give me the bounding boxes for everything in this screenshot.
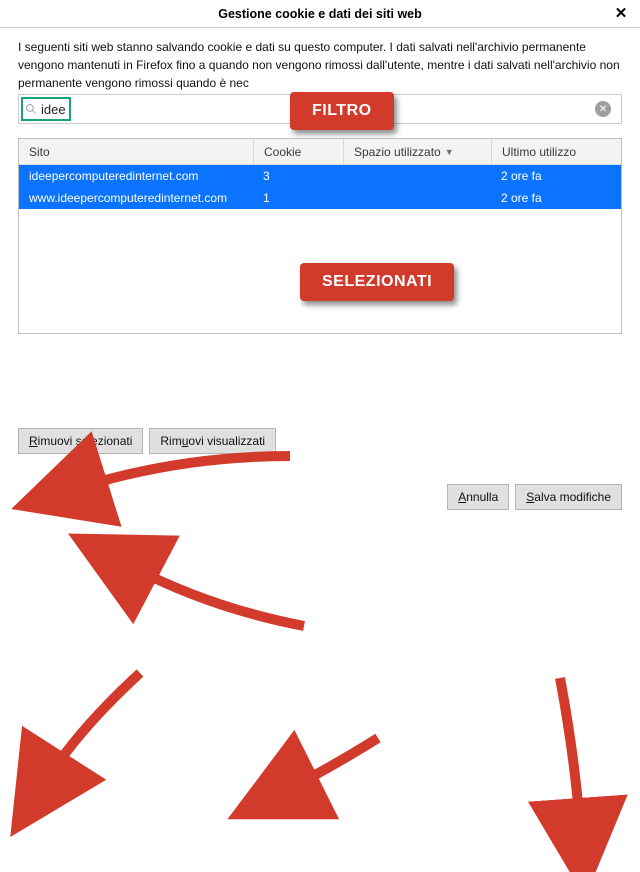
save-button[interactable]: Salva modifiche [515, 484, 622, 510]
cell-last: 2 ore fa [491, 169, 621, 183]
window-title: Gestione cookie e dati dei siti web [218, 7, 422, 21]
table-row[interactable]: www.ideepercomputeredinternet.com 1 2 or… [19, 187, 621, 209]
col-header-space[interactable]: Spazio utilizzato ▼ [343, 139, 491, 164]
close-icon[interactable]: ✕ [610, 3, 632, 25]
annotation-arrows [0, 348, 640, 872]
cell-last: 2 ore fa [491, 191, 621, 205]
remove-shown-button[interactable]: Rimuovi visualizzati [149, 428, 276, 454]
col-header-site[interactable]: Sito [19, 139, 253, 164]
table-header: Sito Cookie Spazio utilizzato ▼ Ultimo u… [19, 139, 621, 165]
remove-selected-button[interactable]: Rimuovi selezionati [18, 428, 143, 454]
table-row[interactable]: ideepercomputeredinternet.com 3 2 ore fa [19, 165, 621, 187]
intro-text: I seguenti siti web stanno salvando cook… [18, 38, 622, 92]
cancel-button[interactable]: Annulla [447, 484, 509, 510]
cell-site: ideepercomputeredinternet.com [19, 169, 253, 183]
cookie-table: Sito Cookie Spazio utilizzato ▼ Ultimo u… [18, 138, 622, 334]
clear-search-icon[interactable]: ✕ [595, 101, 611, 117]
cell-cookie: 1 [253, 191, 343, 205]
col-header-last[interactable]: Ultimo utilizzo [491, 139, 621, 164]
callout-filter: FILTRO [290, 92, 394, 130]
search-icon [25, 103, 37, 115]
table-body: ideepercomputeredinternet.com 3 2 ore fa… [19, 165, 621, 333]
right-button-group: Annulla Salva modifiche [447, 484, 622, 510]
title-bar: Gestione cookie e dati dei siti web ✕ [0, 0, 640, 28]
col-header-cookie[interactable]: Cookie [253, 139, 343, 164]
sort-desc-icon: ▼ [445, 147, 454, 157]
cell-site: www.ideepercomputeredinternet.com [19, 191, 253, 205]
cell-cookie: 3 [253, 169, 343, 183]
col-header-space-label: Spazio utilizzato [354, 145, 441, 159]
left-button-group: Rimuovi selezionati Rimuovi visualizzati [18, 428, 276, 454]
callout-selected: SELEZIONATI [300, 263, 454, 301]
